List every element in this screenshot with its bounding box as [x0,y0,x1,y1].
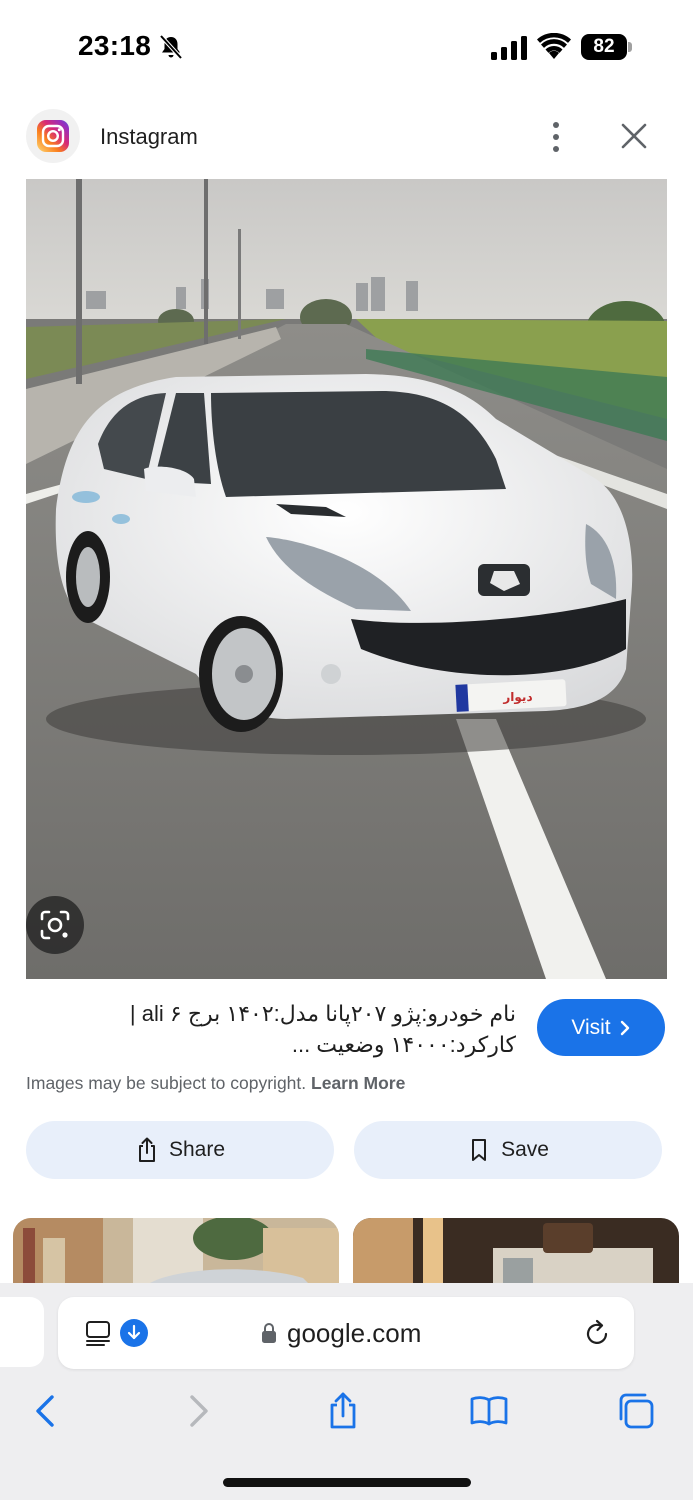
visit-label: Visit [571,1015,611,1039]
source-header: Instagram [0,108,693,168]
bell-slash-icon [159,34,183,60]
visit-button[interactable]: Visit [537,999,665,1056]
address-bar[interactable]: google.com [58,1297,634,1369]
share-icon [330,1392,356,1429]
more-vert-icon[interactable] [544,120,568,154]
copyright-notice: Images may be subject to copyright. Lear… [26,1073,405,1094]
status-time: 23:18 [78,30,152,61]
caption-line-1: نام خودرو:پژو ۲۰۷پانا مدل:۱۴۰۲ برج ۶ ali… [129,1001,516,1026]
bookmarks-icon [470,1396,508,1426]
browser-toolbar: google.com [0,1283,693,1500]
caption-line-2: کارکرد:۱۴۰۰۰ وضعیت ... [291,1032,516,1057]
status-bar: 23:18 82 [0,0,693,92]
copyright-text: Images may be subject to copyright. [26,1073,307,1093]
lock-icon [262,1323,276,1343]
car-photo: دیوار [26,179,667,979]
result-caption[interactable]: نام خودرو:پژو ۲۰۷پانا مدل:۱۴۰۲ برج ۶ ali… [26,998,516,1060]
home-indicator[interactable] [223,1478,471,1487]
bookmarks-button[interactable] [467,1389,511,1433]
chevron-right-icon [620,1020,629,1035]
thumbnail-image [13,1218,339,1288]
save-button[interactable]: Save [354,1121,662,1179]
forward-button[interactable] [176,1389,220,1433]
visual-search-lens-button[interactable] [26,896,84,954]
tabs-button[interactable] [614,1389,658,1433]
plate-text: دیوار [502,690,532,705]
cellular-signal-icon [491,36,527,60]
close-icon[interactable] [618,120,650,152]
forward-icon [190,1395,208,1427]
instagram-logo-icon[interactable] [26,109,80,163]
related-image-thumbnail[interactable] [13,1218,339,1288]
bookmark-icon [472,1139,487,1161]
visual-search-lens-icon [40,910,70,940]
back-icon [36,1395,54,1427]
thumbnail-image [353,1218,679,1288]
browser-share-button[interactable] [321,1389,365,1433]
save-label: Save [501,1138,549,1161]
battery-level: 82 [581,34,627,60]
share-button[interactable]: Share [26,1121,334,1179]
download-badge[interactable] [120,1319,148,1347]
related-image-thumbnail[interactable] [353,1218,679,1288]
back-button[interactable] [24,1389,68,1433]
reload-icon[interactable] [582,1317,612,1349]
battery-icon: 82 [581,34,633,60]
previous-tab-preview[interactable] [0,1297,44,1367]
instagram-logo [37,120,69,152]
page-menu-icon[interactable] [84,1319,112,1347]
tabs-icon [619,1393,654,1429]
wifi-icon [537,33,571,59]
learn-more-link[interactable]: Learn More [311,1073,405,1093]
download-arrow-icon [127,1324,141,1340]
result-image[interactable]: دیوار [26,179,667,979]
share-label: Share [168,1138,226,1161]
source-name[interactable]: Instagram [100,124,198,150]
share-icon [138,1137,155,1162]
url-text[interactable]: google.com [287,1318,421,1349]
